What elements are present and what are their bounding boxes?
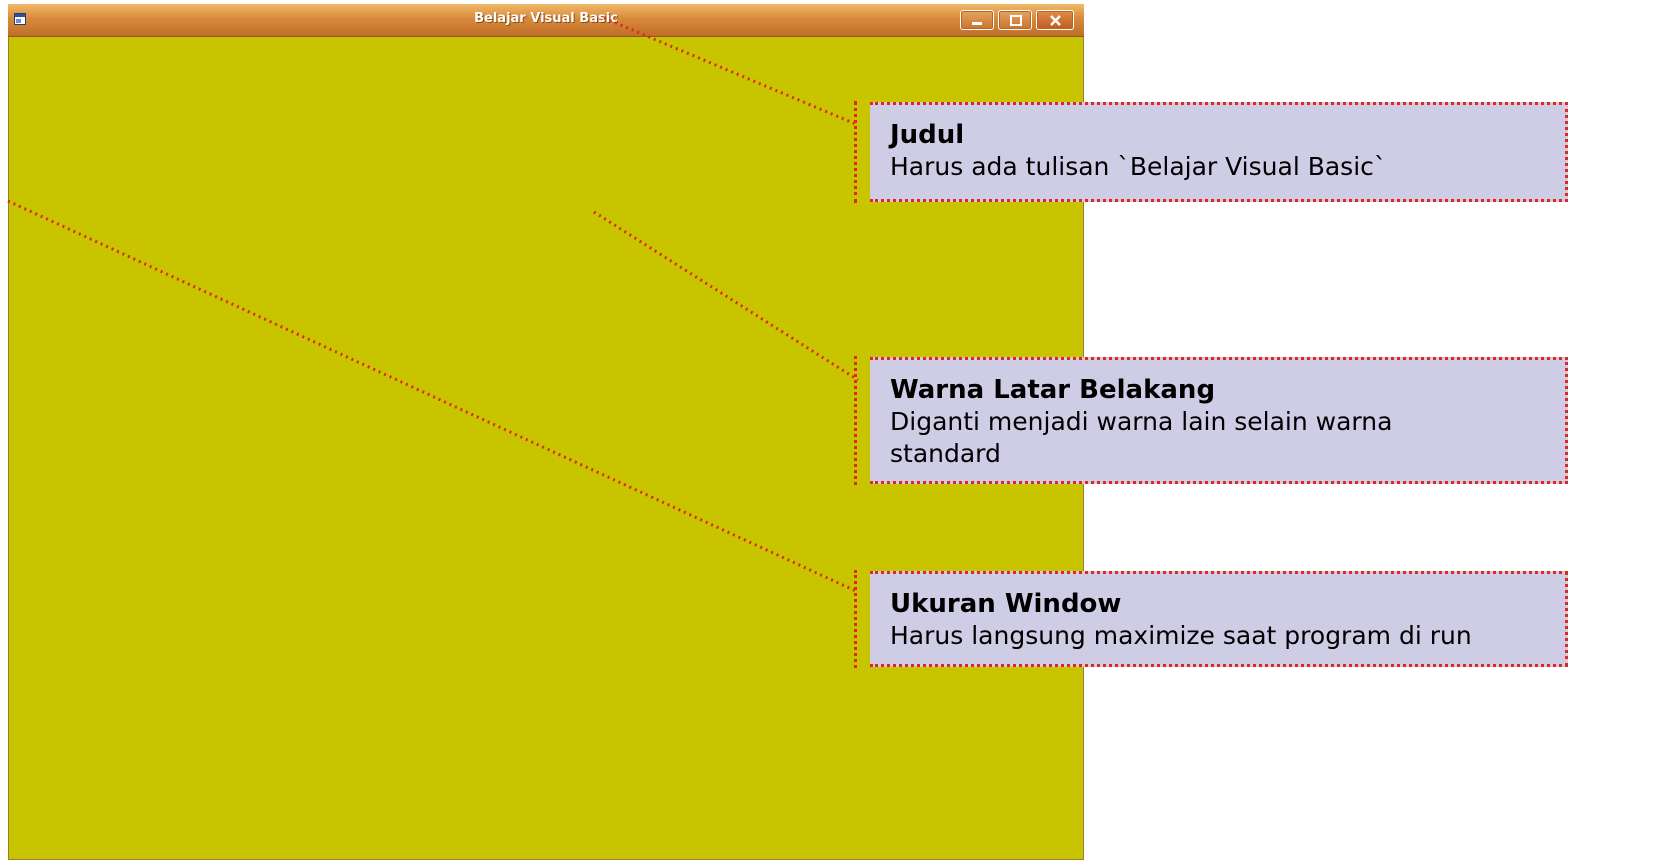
callout-text: Harus langsung maximize saat program di … — [890, 621, 1472, 650]
callout-heading: Ukuran Window — [890, 589, 1122, 619]
callout-heading: Judul — [890, 120, 965, 150]
callout-background-color: Warna Latar Belakang Diganti menjadi war… — [854, 356, 1568, 485]
callout-text: Harus ada tulisan `Belajar Visual Basic` — [890, 152, 1387, 181]
pointer-line-background — [593, 210, 859, 382]
callout-border — [854, 356, 857, 485]
pointer-line-title — [603, 16, 859, 127]
callout-border — [854, 101, 857, 203]
callout-heading: Warna Latar Belakang — [890, 375, 1216, 405]
callout-text: Diganti menjadi warna lain selain warna … — [890, 407, 1393, 468]
callout-border — [854, 570, 857, 668]
pointer-line-window-size — [7, 199, 859, 594]
callout-title: Judul Harus ada tulisan `Belajar Visual … — [854, 101, 1568, 203]
callout-window-size: Ukuran Window Harus langsung maximize sa… — [854, 570, 1568, 668]
